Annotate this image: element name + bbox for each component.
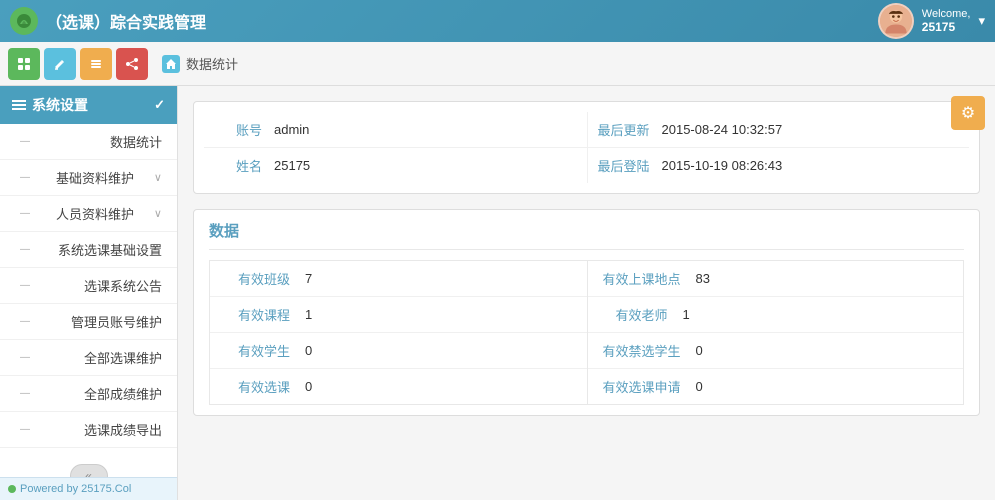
data-row-class: 有效班级 7	[210, 261, 587, 297]
last-login-value: 2015-10-19 08:26:43	[662, 158, 783, 173]
data-grid: 有效班级 7 有效课程 1 有效学生 0 有效选课 0	[209, 260, 964, 405]
teacher-label: 有效老师	[603, 305, 683, 324]
selection-label: 有效选课	[225, 377, 305, 396]
account-info-card: 账号 admin 姓名 25175 最后更新 2015-08-24 10:32:…	[193, 101, 980, 194]
info-left-col: 账号 admin 姓名 25175	[204, 112, 587, 183]
venue-value: 83	[696, 271, 710, 286]
header: （选课）踪合实践管理 Welcome, 25175 ▾	[0, 0, 995, 42]
data-row-teacher: 有效老师 1	[588, 297, 964, 333]
course-value: 1	[305, 307, 312, 322]
last-login-label: 最后登陆	[598, 156, 662, 175]
data-row-banned: 有效禁选学生 0	[588, 333, 964, 369]
toolbar-btn-edit[interactable]	[44, 48, 76, 80]
student-label: 有效学生	[225, 341, 305, 360]
account-value: admin	[274, 122, 309, 137]
sidebar-item-announcement[interactable]: 选课系统公告	[0, 268, 177, 304]
header-left: （选课）踪合实践管理	[10, 7, 206, 35]
class-label: 有效班级	[225, 269, 305, 288]
sidebar-item-all-courses[interactable]: 全部选课维护	[0, 340, 177, 376]
info-last-update-row: 最后更新 2015-08-24 10:32:57	[588, 112, 970, 148]
course-label: 有效课程	[225, 305, 305, 324]
powered-text: Powered by 25175.Col	[20, 483, 131, 495]
sidebar-item-admin-account[interactable]: 管理员账号维护	[0, 304, 177, 340]
breadcrumb: 数据统计	[162, 54, 238, 73]
sidebar-item-base-data[interactable]: 基础资料维护 ∨	[0, 160, 177, 196]
settings-gear-button[interactable]: ⚙	[951, 96, 985, 130]
menu-icon	[12, 100, 26, 110]
welcome-block: Welcome, 25175	[922, 8, 971, 34]
sidebar-item-data-stats[interactable]: 数据统计	[0, 124, 177, 160]
avatar[interactable]	[878, 3, 914, 39]
breadcrumb-current: 数据统计	[186, 54, 238, 73]
toolbar: 数据统计	[0, 42, 995, 86]
banned-value: 0	[696, 343, 703, 358]
banned-label: 有效禁选学生	[603, 341, 696, 360]
selection-value: 0	[305, 379, 312, 394]
class-value: 7	[305, 271, 312, 286]
header-logo	[10, 7, 38, 35]
venue-label: 有效上课地点	[603, 269, 696, 288]
info-right-col: 最后更新 2015-08-24 10:32:57 最后登陆 2015-10-19…	[587, 112, 970, 183]
sidebar-item-course-settings[interactable]: 系统选课基础设置	[0, 232, 177, 268]
application-value: 0	[696, 379, 703, 394]
sidebar-checkmark-icon: ✓	[154, 97, 165, 113]
data-section-card: 数据 有效班级 7 有效课程 1 有效学生 0	[193, 209, 980, 416]
breadcrumb-home-icon[interactable]	[162, 55, 180, 73]
sidebar-title: 系统设置	[32, 95, 88, 115]
content-area: ⚙ 账号 admin 姓名 25175 最后更新 2015-08-24 10:3…	[178, 86, 995, 500]
data-left-col: 有效班级 7 有效课程 1 有效学生 0 有效选课 0	[210, 261, 587, 404]
toolbar-btn-list[interactable]	[80, 48, 112, 80]
welcome-label: Welcome,	[922, 8, 971, 20]
name-label: 姓名	[214, 156, 274, 175]
powered-dot-icon	[8, 485, 16, 493]
chevron-down-icon: ∨	[154, 171, 162, 184]
student-value: 0	[305, 343, 312, 358]
info-last-login-row: 最后登陆 2015-10-19 08:26:43	[588, 148, 970, 183]
header-dropdown-icon[interactable]: ▾	[978, 13, 985, 29]
application-label: 有效选课申请	[603, 377, 696, 396]
last-update-label: 最后更新	[598, 120, 662, 139]
header-right: Welcome, 25175 ▾	[878, 3, 985, 39]
teacher-value: 1	[683, 307, 690, 322]
toolbar-btn-share[interactable]	[116, 48, 148, 80]
info-account-row: 账号 admin	[204, 112, 587, 148]
sidebar-item-all-grades[interactable]: 全部成绩维护	[0, 376, 177, 412]
last-update-value: 2015-08-24 10:32:57	[662, 122, 783, 137]
sidebar-footer: Powered by 25175.Col	[0, 477, 177, 500]
sidebar-header-left: 系统设置	[12, 95, 88, 115]
data-row-course: 有效课程 1	[210, 297, 587, 333]
data-section-title: 数据	[209, 220, 964, 250]
header-username: 25175	[922, 20, 971, 34]
toolbar-btn-grid[interactable]	[8, 48, 40, 80]
app-title: （选课）踪合实践管理	[46, 9, 206, 33]
main-layout: 系统设置 ✓ 数据统计 基础资料维护 ∨ 人员资料维护 ∨ 系统选课基础设置 选…	[0, 86, 995, 500]
data-row-application: 有效选课申请 0	[588, 369, 964, 404]
sidebar-item-grade-export[interactable]: 选课成绩导出	[0, 412, 177, 448]
data-row-venue: 有效上课地点 83	[588, 261, 964, 297]
data-right-col: 有效上课地点 83 有效老师 1 有效禁选学生 0 有效选课申请 0	[587, 261, 964, 404]
data-row-student: 有效学生 0	[210, 333, 587, 369]
account-label: 账号	[214, 120, 274, 139]
sidebar-item-personnel[interactable]: 人员资料维护 ∨	[0, 196, 177, 232]
data-row-selection: 有效选课 0	[210, 369, 587, 404]
sidebar-header[interactable]: 系统设置 ✓	[0, 86, 177, 124]
info-name-row: 姓名 25175	[204, 148, 587, 183]
chevron-down-icon-2: ∨	[154, 207, 162, 220]
sidebar: 系统设置 ✓ 数据统计 基础资料维护 ∨ 人员资料维护 ∨ 系统选课基础设置 选…	[0, 86, 178, 500]
name-value: 25175	[274, 158, 310, 173]
